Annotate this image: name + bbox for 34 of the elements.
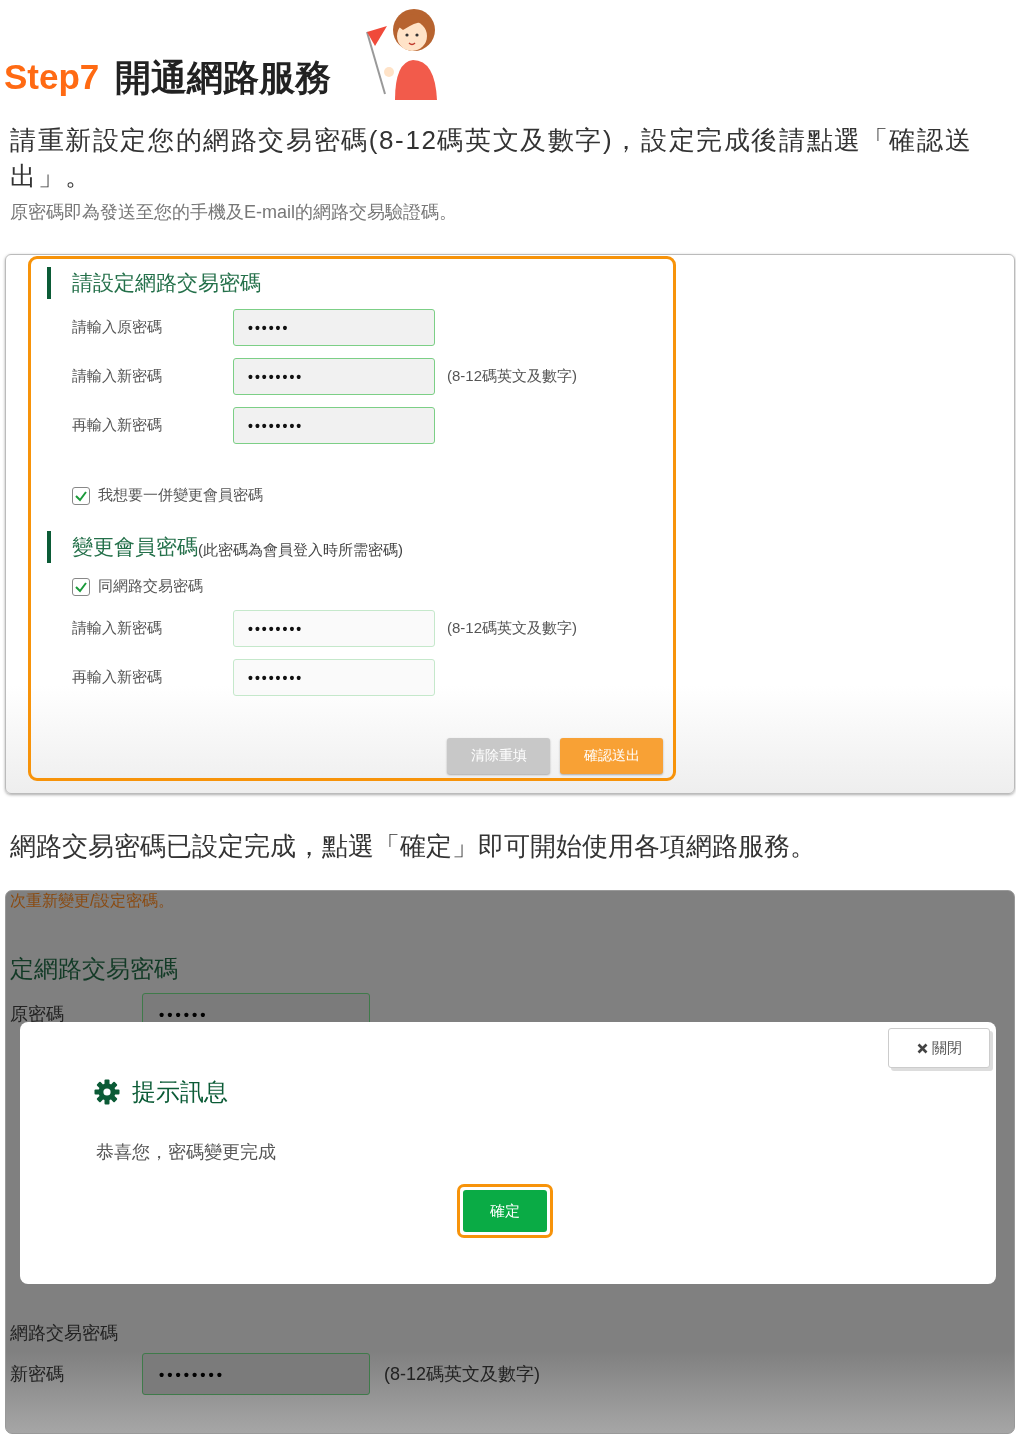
close-button[interactable]: 關閉 <box>888 1028 990 1068</box>
password-field[interactable]: •••••• <box>233 309 435 346</box>
checkbox-label: 我想要一併變更會員密碼 <box>98 486 263 505</box>
checkbox[interactable] <box>72 486 90 505</box>
field-label: 新密碼 <box>10 1363 65 1386</box>
field-label: 原密碼 <box>10 1003 65 1026</box>
instruction-text: 請重新設定您的網路交易密碼(8-12碼英文及數字)，設定完成後請點選「確認送出」。 <box>10 124 974 193</box>
field-label: 請輸入新密碼 <box>72 619 163 638</box>
password-field[interactable]: •••••••• <box>233 407 435 444</box>
completion-text: 網路交易密碼已設定完成，點選「確定」即可開始使用各項網路服務。 <box>10 830 817 863</box>
dialog-message: 恭喜您，密碼變更完成 <box>96 1141 276 1164</box>
section-title: 變更會員密碼 <box>72 534 198 560</box>
field-label: 請輸入原密碼 <box>72 318 163 337</box>
close-icon <box>916 1042 928 1054</box>
section-subtitle: (此密碼為會員登入時所需密碼) <box>198 540 403 560</box>
step-label: Step7 <box>4 59 100 94</box>
page-title: 開通網路服務 <box>115 60 332 96</box>
note-text: 原密碼即為發送至您的手機及E-mail的網路交易驗證碼。 <box>10 201 458 224</box>
section-title: 定網路交易密碼 <box>10 954 179 984</box>
notice-text: 次重新變更/設定密碼。 <box>10 891 176 911</box>
field-label: 再輸入新密碼 <box>72 668 163 687</box>
field-hint: (8-12碼英文及數字) <box>384 1363 540 1386</box>
field-label: 請輸入新密碼 <box>72 367 163 386</box>
section-title: 請設定網路交易密碼 <box>72 270 261 296</box>
dialog-title: 提示訊息 <box>132 1077 228 1107</box>
field-hint: (8-12碼英文及數字) <box>447 619 577 638</box>
field-label: 再輸入新密碼 <box>72 416 163 435</box>
settings-icon <box>94 1079 120 1105</box>
field-hint: (8-12碼英文及數字) <box>447 367 577 386</box>
option-text: 網路交易密碼 <box>10 1322 119 1345</box>
password-field[interactable]: •••••••• <box>233 358 435 395</box>
password-field: •••••••• <box>142 1353 370 1395</box>
checkbox[interactable] <box>72 577 90 596</box>
checkbox-label: 同網路交易密碼 <box>98 577 203 596</box>
